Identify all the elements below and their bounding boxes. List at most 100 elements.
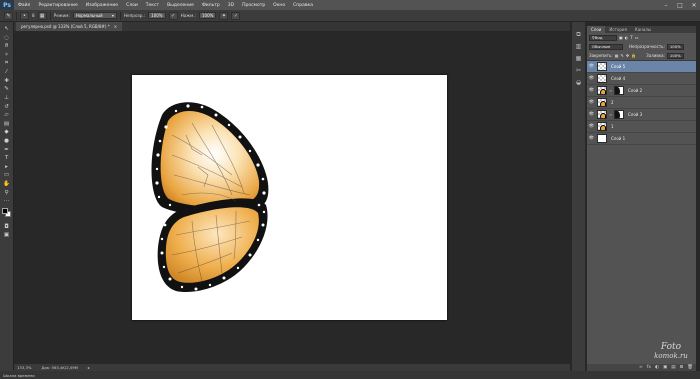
minimize-button[interactable]: – <box>662 2 670 9</box>
timeline-label[interactable]: Шкала времени <box>3 373 35 378</box>
document-canvas[interactable] <box>132 75 447 320</box>
eraser-tool-icon[interactable]: ▱ <box>2 111 12 120</box>
link-layers-icon[interactable]: ∞ <box>639 365 643 370</box>
lock-position-icon[interactable]: ✥ <box>626 53 629 58</box>
filter-shape-icon[interactable]: ▭ <box>635 35 639 40</box>
visibility-eye-icon[interactable]: 👁 <box>588 64 595 69</box>
eyedropper-tool-icon[interactable]: ⁄ <box>2 68 12 77</box>
shape-tool-icon[interactable]: ▭ <box>2 171 12 180</box>
visibility-eye-icon[interactable]: 👁 <box>588 112 595 117</box>
brush-panel-icon[interactable]: ▦ <box>37 11 47 20</box>
pressure-size-icon[interactable]: ✓ <box>231 11 241 20</box>
layer-thumbnail[interactable] <box>597 122 607 131</box>
dodge-tool-icon[interactable]: ● <box>2 137 12 146</box>
layer-row[interactable]: 👁 Слой 5 <box>587 61 696 73</box>
menu-layers[interactable]: Слои <box>122 3 142 8</box>
layer-thumbnail[interactable] <box>597 74 607 83</box>
layer-thumbnail[interactable] <box>597 110 607 119</box>
mask-link-icon[interactable]: ∞ <box>609 112 612 117</box>
layer-thumbnail[interactable] <box>597 86 607 95</box>
layer-name[interactable]: 1 <box>611 124 614 129</box>
pen-tool-icon[interactable]: ✒ <box>2 145 12 154</box>
brush-tool-icon[interactable]: ✎ <box>2 85 12 94</box>
layer-row[interactable]: 👁 Слой 4 <box>587 73 696 85</box>
tab-layers[interactable]: Слои <box>587 26 606 33</box>
healing-brush-tool-icon[interactable]: ✚ <box>2 77 12 86</box>
menu-file[interactable]: Файл <box>14 3 34 8</box>
crop-tool-icon[interactable]: ⌗ <box>2 59 12 68</box>
fill-field[interactable]: 100% <box>666 52 684 59</box>
airbrush-icon[interactable]: ✦ <box>219 11 229 20</box>
opacity-field[interactable]: 100% <box>148 12 166 19</box>
pressure-opacity-icon[interactable]: ✓ <box>168 11 178 20</box>
mask-link-icon[interactable]: ∞ <box>609 88 612 93</box>
quick-mask-icon[interactable]: ◘ <box>2 222 12 231</box>
filter-pixel-icon[interactable]: ▣ <box>619 35 623 40</box>
lasso-tool-icon[interactable]: ϑ <box>2 42 12 51</box>
visibility-eye-icon[interactable]: 👁 <box>588 124 595 129</box>
path-selection-tool-icon[interactable]: ▸ <box>2 163 12 172</box>
zoom-level[interactable]: 133,3% <box>17 365 31 370</box>
visibility-eye-icon[interactable]: 👁 <box>588 88 595 93</box>
type-tool-icon[interactable]: T <box>2 154 12 163</box>
menu-text[interactable]: Текст <box>142 3 163 8</box>
visibility-eye-icon[interactable]: 👁 <box>588 76 595 81</box>
menu-help[interactable]: Справка <box>289 3 317 8</box>
adjustments-panel-icon[interactable]: ◒ <box>574 78 583 87</box>
move-tool-icon[interactable]: ↖ <box>2 25 12 34</box>
blend-mode-select[interactable]: Обычные <box>589 43 623 50</box>
layer-row[interactable]: 👁 2 <box>587 97 696 109</box>
layer-opacity-field[interactable]: 100% <box>666 43 684 50</box>
close-button[interactable]: ✕ <box>690 2 698 9</box>
lock-pixels-icon[interactable]: ✎ <box>620 53 623 58</box>
hand-tool-icon[interactable]: ✋ <box>2 180 12 189</box>
visibility-eye-icon[interactable]: 👁 <box>588 136 595 141</box>
brush-size-icon[interactable]: • <box>20 11 29 20</box>
layer-row[interactable]: 👁 Слой 1 <box>587 133 696 145</box>
history-panel-icon[interactable]: ⧉ <box>574 30 583 39</box>
layer-thumbnail[interactable] <box>597 134 607 143</box>
flow-field[interactable]: 100% <box>198 12 217 19</box>
lock-all-icon[interactable]: 🔒 <box>631 53 636 58</box>
menu-window[interactable]: Окно <box>269 3 289 8</box>
layer-row[interactable]: 👁 ∞ Слой 3 <box>587 109 696 121</box>
swatches-panel-icon[interactable]: ▦ <box>574 54 583 63</box>
canvas-workspace[interactable] <box>14 31 570 364</box>
menu-3d[interactable]: 3D <box>224 3 238 8</box>
layer-row[interactable]: 👁 ∞ Слой 2 <box>587 85 696 97</box>
menu-view[interactable]: Просмотр <box>238 3 269 8</box>
layer-row[interactable]: 👁 1 <box>587 121 696 133</box>
history-brush-tool-icon[interactable]: ↺ <box>2 102 12 111</box>
close-tab-icon[interactable]: × <box>114 24 117 29</box>
filter-type-icon[interactable]: T <box>630 35 632 40</box>
status-arrow-icon[interactable]: ▸ <box>88 365 90 370</box>
layer-name[interactable]: 2 <box>611 100 614 105</box>
layer-name[interactable]: Слой 5 <box>611 64 625 69</box>
color-swatches[interactable] <box>1 207 13 219</box>
layer-mask-thumbnail[interactable] <box>614 110 624 119</box>
blur-tool-icon[interactable]: ◆ <box>2 128 12 137</box>
menu-edit[interactable]: Редактирование <box>34 3 81 8</box>
maximize-button[interactable]: □ <box>676 2 684 9</box>
tools-panel-icon[interactable]: ✂ <box>574 66 583 75</box>
properties-panel-icon[interactable]: ▥ <box>574 42 583 51</box>
menu-filter[interactable]: Фильтр <box>198 3 224 8</box>
layer-name[interactable]: Слой 3 <box>628 112 642 117</box>
more-tools-icon[interactable]: ⋯ <box>2 197 12 206</box>
mode-select[interactable]: Нормальный ▾ <box>72 12 117 19</box>
filter-adjustment-icon[interactable]: ◐ <box>625 35 629 40</box>
layer-kind-filter[interactable]: ⚲ Вид <box>589 34 617 41</box>
layer-name[interactable]: Слой 1 <box>611 136 625 141</box>
menu-image[interactable]: Изображение <box>82 3 122 8</box>
layer-thumbnail[interactable] <box>597 98 607 107</box>
menu-select[interactable]: Выделение <box>163 3 198 8</box>
tab-history[interactable]: История <box>605 26 631 33</box>
screen-mode-icon[interactable]: ▣ <box>2 231 12 240</box>
foreground-color-swatch[interactable] <box>1 208 8 215</box>
marquee-tool-icon[interactable]: ◌ <box>2 34 12 43</box>
layer-thumbnail[interactable] <box>597 62 607 71</box>
gradient-tool-icon[interactable]: ▤ <box>2 120 12 129</box>
visibility-eye-icon[interactable]: 👁 <box>588 100 595 105</box>
lock-transparency-icon[interactable]: ▦ <box>615 53 619 58</box>
document-tab[interactable]: регулярно.psd @ 133% (Слой 5, RGB/8#) * … <box>16 22 123 31</box>
